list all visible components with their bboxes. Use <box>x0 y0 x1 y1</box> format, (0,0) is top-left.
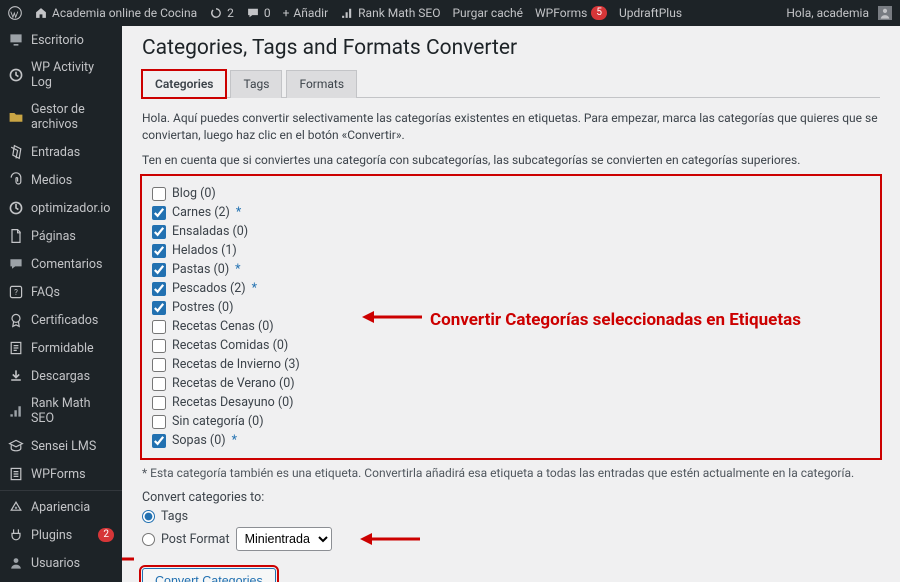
tab-categories[interactable]: Categories <box>142 70 226 98</box>
comments-link[interactable]: 0 <box>246 6 271 20</box>
admin-sidebar: EscritorioWP Activity LogGestor de archi… <box>0 26 122 582</box>
site-home-link[interactable]: Academia online de Cocina <box>34 6 197 20</box>
category-item[interactable]: Helados (1) <box>152 241 870 260</box>
sidebar-item-descargas[interactable]: Descargas <box>0 362 122 390</box>
category-label: Recetas de Verano (0) <box>172 376 295 391</box>
wp-logo-icon[interactable] <box>8 6 22 20</box>
category-checkbox[interactable] <box>152 263 166 277</box>
category-label: Sin categoría (0) <box>172 414 264 429</box>
category-label: Recetas de Invierno (3) <box>172 357 300 372</box>
category-label: Carnes (2) <box>172 205 230 220</box>
category-label: Pescados (2) <box>172 281 246 296</box>
category-item[interactable]: Ensaladas (0) <box>152 222 870 241</box>
category-checkbox[interactable] <box>152 244 166 258</box>
sidebar-item-escritorio[interactable]: Escritorio <box>0 26 122 54</box>
updates-link[interactable]: 2 <box>209 6 234 20</box>
intro-text-2: Ten en cuenta que si conviertes una cate… <box>142 152 880 169</box>
category-label: Pastas (0) <box>172 262 229 277</box>
page-content: Categories, Tags and Formats Converter C… <box>122 26 900 582</box>
purge-cache-link[interactable]: Purgar caché <box>452 6 523 20</box>
category-item[interactable]: Pastas (0) * <box>152 260 870 279</box>
category-label: Recetas Comidas (0) <box>172 338 288 353</box>
sidebar-item-medios[interactable]: Medios <box>0 166 122 194</box>
sidebar-item-wp-activity-log[interactable]: WP Activity Log <box>0 54 122 96</box>
admin-topbar: Academia online de Cocina 2 0 + Añadir R… <box>0 0 900 26</box>
radio-postformat[interactable] <box>142 533 155 546</box>
sidebar-item-plugins[interactable]: Plugins2 <box>0 521 122 549</box>
sidebar-item-wpforms[interactable]: WPForms <box>0 460 122 488</box>
category-item[interactable]: Blog (0) <box>152 184 870 203</box>
updraft-link[interactable]: UpdraftPlus <box>619 6 682 20</box>
postformat-select[interactable]: Minientrada <box>236 527 332 551</box>
sidebar-item-apariencia[interactable]: Apariencia <box>0 493 122 521</box>
category-item[interactable]: Recetas Cenas (0) <box>152 317 870 336</box>
user-greeting[interactable]: Hola, academia <box>786 6 892 20</box>
rankmath-link[interactable]: Rank Math SEO <box>340 6 440 20</box>
category-label: Recetas Cenas (0) <box>172 319 274 334</box>
sidebar-item-formidable[interactable]: Formidable <box>0 334 122 362</box>
tab-tags[interactable]: Tags <box>230 70 282 98</box>
category-item[interactable]: Sin categoría (0) <box>152 412 870 431</box>
sidebar-item-faqs[interactable]: ?FAQs <box>0 278 122 306</box>
sidebar-item-comentarios[interactable]: Comentarios <box>0 250 122 278</box>
convert-button[interactable]: Convert Categories <box>142 568 276 582</box>
sidebar-item-certificados[interactable]: Certificados <box>0 306 122 334</box>
category-checkbox[interactable] <box>152 320 166 334</box>
category-item[interactable]: Pescados (2) * <box>152 279 870 298</box>
svg-text:?: ? <box>14 288 18 297</box>
category-item[interactable]: Recetas de Verano (0) <box>152 374 870 393</box>
category-label: Ensaladas (0) <box>172 224 248 239</box>
category-checkbox[interactable] <box>152 301 166 315</box>
category-checkbox[interactable] <box>152 225 166 239</box>
sidebar-item-páginas[interactable]: Páginas <box>0 222 122 250</box>
category-item[interactable]: Recetas Desayuno (0) <box>152 393 870 412</box>
category-item[interactable]: Sopas (0) * <box>152 431 870 450</box>
star-marker: * <box>232 433 237 448</box>
tab-formats[interactable]: Formats <box>286 70 357 98</box>
category-checkbox[interactable] <box>152 377 166 391</box>
category-checkbox[interactable] <box>152 282 166 296</box>
sidebar-item-profile-builder[interactable]: Profile Builder <box>0 577 122 582</box>
radio-tags-row[interactable]: Tags <box>142 509 880 524</box>
radio-postformat-row[interactable]: Post Format Minientrada <box>142 527 880 551</box>
radio-tags[interactable] <box>142 510 155 523</box>
category-item[interactable]: Postres (0) <box>152 298 870 317</box>
category-checkbox[interactable] <box>152 206 166 220</box>
sidebar-item-rank-math-seo[interactable]: Rank Math SEO <box>0 390 122 432</box>
category-item[interactable]: Carnes (2) * <box>152 203 870 222</box>
star-footnote: * Esta categoría también es una etiqueta… <box>142 466 880 480</box>
category-item[interactable]: Recetas Comidas (0) <box>152 336 870 355</box>
sidebar-item-usuarios[interactable]: Usuarios <box>0 549 122 577</box>
page-title: Categories, Tags and Formats Converter <box>142 36 880 60</box>
arrow-annotation-3 <box>122 549 134 569</box>
category-label: Sopas (0) <box>172 433 226 448</box>
intro-text-1: Hola. Aquí puedes convertir selectivamen… <box>142 110 880 144</box>
converter-tabs: Categories Tags Formats <box>142 70 880 98</box>
category-checkbox[interactable] <box>152 415 166 429</box>
category-checkbox[interactable] <box>152 187 166 201</box>
category-label: Helados (1) <box>172 243 237 258</box>
category-checkbox[interactable] <box>152 396 166 410</box>
star-marker: * <box>236 205 241 220</box>
category-list: Blog (0) Carnes (2) * Ensaladas (0) Helados… <box>142 176 880 458</box>
convert-to-label: Convert categories to: <box>142 490 880 505</box>
sidebar-item-gestor-de-archivos[interactable]: Gestor de archivos <box>0 96 122 138</box>
category-checkbox[interactable] <box>152 434 166 448</box>
sidebar-item-entradas[interactable]: Entradas <box>0 138 122 166</box>
star-marker: * <box>235 262 240 277</box>
category-label: Postres (0) <box>172 300 233 315</box>
sidebar-item-optimizador.io[interactable]: optimizador.io <box>0 194 122 222</box>
sidebar-item-sensei-lms[interactable]: Sensei LMS <box>0 432 122 460</box>
category-label: Blog (0) <box>172 186 216 201</box>
wpforms-link[interactable]: WPForms5 <box>535 6 607 20</box>
category-checkbox[interactable] <box>152 358 166 372</box>
category-item[interactable]: Recetas de Invierno (3) <box>152 355 870 374</box>
category-checkbox[interactable] <box>152 339 166 353</box>
star-marker: * <box>252 281 257 296</box>
category-label: Recetas Desayuno (0) <box>172 395 294 410</box>
add-new-link[interactable]: + Añadir <box>283 6 329 20</box>
